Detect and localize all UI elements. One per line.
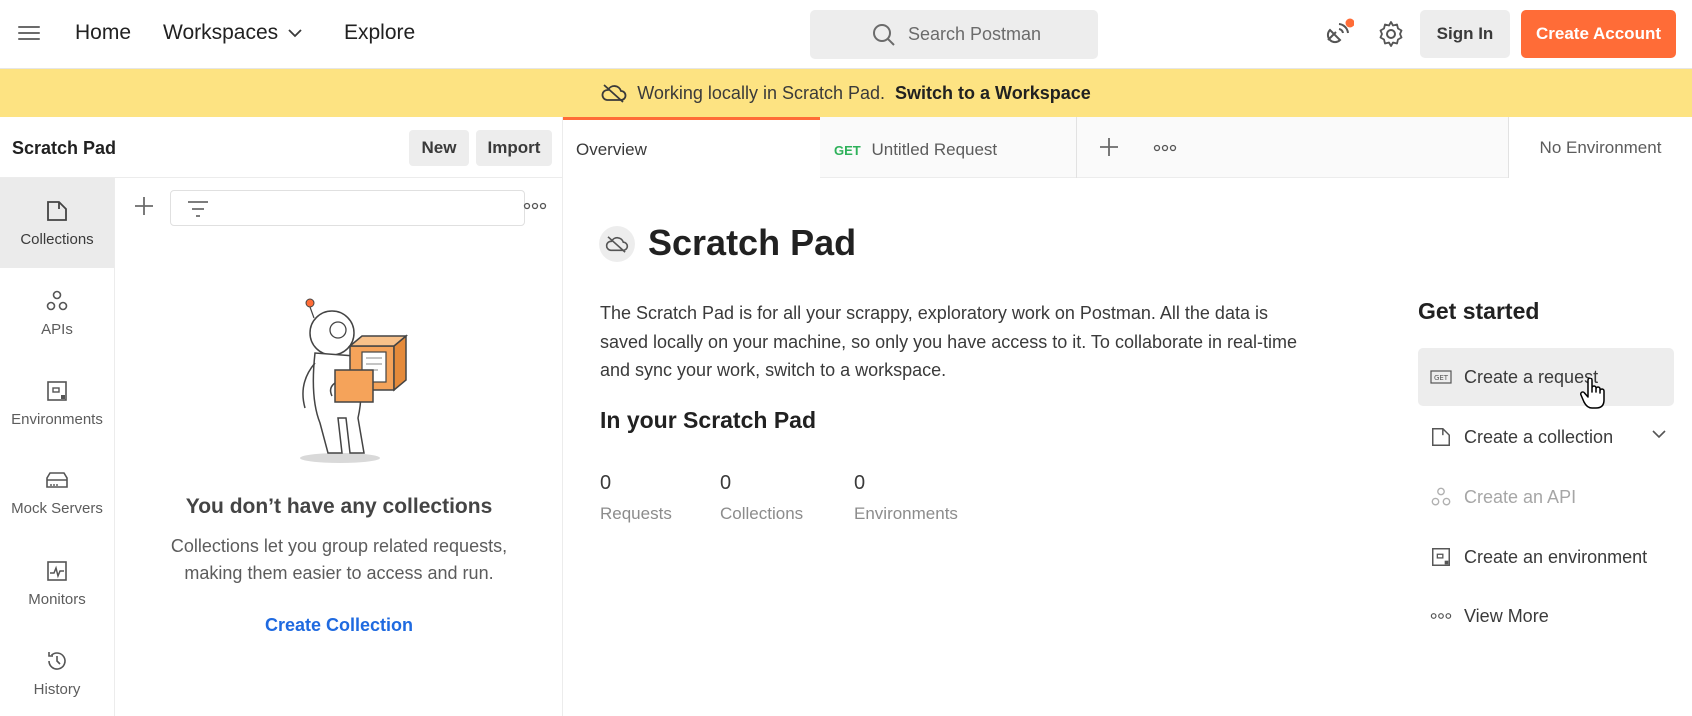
astronaut-illustration — [300, 298, 409, 463]
tab-options-icon[interactable] — [1153, 144, 1177, 152]
more-icon — [1430, 605, 1452, 627]
filter-input[interactable] — [170, 190, 525, 226]
section-title: In your Scratch Pad — [600, 407, 817, 433]
environments-icon — [47, 380, 67, 401]
nav-workspaces-label: Workspaces — [163, 21, 279, 44]
tab-untitled-request[interactable]: GET Untitled Request — [820, 117, 1077, 178]
apis-icon — [46, 290, 68, 310]
collection-icon — [1430, 426, 1452, 448]
stat-label: Environments — [854, 504, 958, 523]
get-started-label: View More — [1464, 605, 1549, 626]
satellite-icon[interactable] — [1322, 18, 1354, 50]
get-started-label: Create a collection — [1464, 426, 1614, 447]
get-started-label: Create a request — [1464, 366, 1599, 387]
sidebar-item-label: Monitors — [28, 590, 86, 608]
collections-panel: You don’t have any collections Collectio… — [115, 178, 563, 716]
gear-icon[interactable] — [1377, 20, 1405, 48]
environment-selector[interactable]: No Environment — [1508, 117, 1692, 178]
empty-state-title: You don’t have any collections — [185, 495, 493, 518]
stat-collections: 0 Collections — [720, 472, 803, 524]
new-button[interactable]: New — [409, 130, 469, 166]
get-started-title: Get started — [1418, 298, 1540, 324]
sidebar-header: Scratch Pad New Import — [0, 117, 563, 178]
stat-environments: 0 Environments — [854, 472, 958, 524]
collections-icon — [47, 200, 67, 221]
api-icon — [1430, 486, 1452, 508]
empty-desc-line: Collections let you group related reques… — [170, 536, 508, 556]
tab-overview[interactable]: Overview — [563, 117, 820, 178]
stat-value: 0 — [854, 472, 866, 494]
banner-text: Working locally in Scratch Pad. — [637, 82, 886, 103]
nav-home[interactable]: Home — [75, 21, 131, 45]
view-more-button[interactable]: View More — [1418, 587, 1674, 645]
overview-panel: Scratch Pad The Scratch Pad is for all y… — [563, 178, 1692, 716]
sidebar-item-apis[interactable]: APIs — [0, 268, 114, 358]
chevron-down-icon — [288, 28, 302, 37]
search-input[interactable]: Search Postman — [810, 10, 1098, 59]
sidebar-item-collections[interactable]: Collections — [0, 178, 114, 268]
svg-text:GET: GET — [1434, 374, 1449, 382]
mock-servers-icon — [46, 471, 68, 488]
tab-request-label: Untitled Request — [871, 140, 998, 159]
get-started-label: Create an environment — [1464, 546, 1648, 567]
overview-description: The Scratch Pad is for all your scrappy,… — [600, 303, 1298, 380]
monitors-icon — [47, 560, 67, 581]
sidebar-item-history[interactable]: History — [0, 628, 114, 716]
sidebar-item-label: Collections — [20, 230, 94, 248]
cloud-off-icon — [601, 84, 627, 103]
create-collection-button[interactable]: Create a collection — [1418, 408, 1674, 466]
filter-icon — [188, 201, 208, 217]
cloud-off-icon — [599, 226, 635, 262]
search-icon — [873, 24, 895, 46]
menu-icon[interactable] — [18, 26, 40, 42]
sidebar-item-environments[interactable]: Environments — [0, 358, 114, 448]
history-icon — [48, 651, 66, 670]
create-account-button[interactable]: Create Account — [1521, 10, 1676, 58]
page-title: Scratch Pad — [648, 222, 857, 263]
sidebar-nav: Collections APIs Environments Mock Serve… — [0, 178, 115, 716]
sidebar-item-mock-servers[interactable]: Mock Servers — [0, 448, 114, 538]
get-started-label: Create an API — [1464, 486, 1577, 507]
create-environment-button[interactable]: Create an environment — [1418, 528, 1674, 586]
nav-explore[interactable]: Explore — [344, 21, 415, 45]
stat-value: 0 — [720, 472, 732, 494]
sidebar-item-label: Mock Servers — [11, 499, 103, 517]
stat-label: Requests — [600, 504, 672, 523]
sidebar-item-label: History — [33, 680, 81, 698]
search-placeholder: Search Postman — [908, 24, 1042, 44]
scratchpad-banner: Working locally in Scratch Pad. Switch t… — [0, 69, 1692, 117]
sidebar-item-label: APIs — [41, 320, 73, 338]
stat-requests: 0 Requests — [600, 472, 672, 524]
top-bar: Home Workspaces Explore Search Postman S… — [0, 0, 1692, 69]
environment-icon — [1430, 546, 1452, 568]
chevron-down-icon[interactable] — [1652, 430, 1666, 439]
more-options-icon[interactable] — [523, 202, 547, 210]
sidebar-item-label: Environments — [11, 410, 103, 428]
empty-state-description: Collections let you group related reques… — [115, 533, 563, 587]
sign-in-button[interactable]: Sign In — [1420, 10, 1510, 58]
hand-cursor-icon — [1580, 378, 1605, 409]
switch-workspace-link[interactable]: Switch to a Workspace — [895, 83, 1091, 104]
stat-value: 0 — [600, 472, 612, 494]
create-api-button[interactable]: Create an API — [1418, 468, 1674, 526]
tab-bar: Overview GET Untitled Request No Environ… — [563, 117, 1692, 178]
sidebar-item-monitors[interactable]: Monitors — [0, 538, 114, 628]
sidebar-title: Scratch Pad — [12, 138, 117, 158]
stat-label: Collections — [720, 504, 804, 523]
nav-workspaces[interactable]: Workspaces — [163, 21, 302, 45]
request-method-badge: GET — [834, 143, 861, 158]
empty-desc-line: making them easier to access and run. — [184, 563, 494, 583]
request-icon: GET — [1430, 366, 1452, 388]
new-tab-icon[interactable] — [1098, 136, 1120, 158]
import-button[interactable]: Import — [476, 130, 552, 166]
create-request-button[interactable]: GET Create a request — [1418, 348, 1674, 406]
create-collection-link[interactable]: Create Collection — [115, 615, 563, 636]
add-collection-icon[interactable] — [133, 195, 155, 217]
